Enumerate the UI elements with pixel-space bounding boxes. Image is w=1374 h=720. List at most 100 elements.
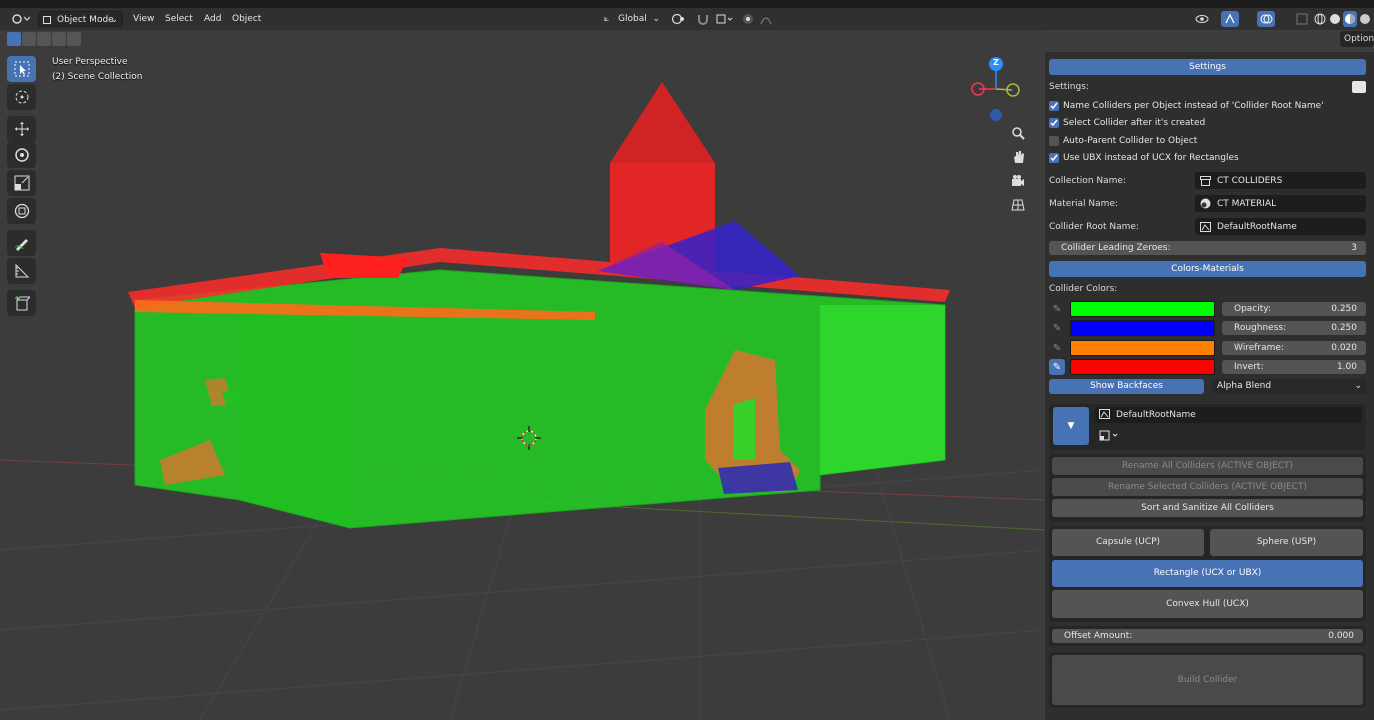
overlays-toggle[interactable] — [1257, 11, 1275, 27]
proportional-edit-toggle[interactable] — [740, 11, 756, 27]
offset-amount-field[interactable]: Offset Amount: 0.000 — [1052, 629, 1363, 643]
preset-name-value: DefaultRootName — [1116, 410, 1196, 420]
xray-toggle[interactable] — [1295, 11, 1309, 27]
preset-type-dropdown[interactable] — [1099, 430, 1121, 442]
checkbox-checked-icon — [1049, 101, 1059, 111]
capsule-button[interactable]: Capsule (UCP) — [1052, 529, 1204, 556]
tool-add-cube[interactable] — [7, 290, 36, 316]
collider-building — [128, 82, 950, 529]
blend-mode-value: Alpha Blend — [1217, 381, 1272, 391]
pencil-icon — [14, 239, 28, 251]
preset-expand-button[interactable]: ▼ — [1053, 407, 1089, 445]
pin-button-orange[interactable]: ✎ — [1049, 340, 1065, 356]
select-mode-intersect[interactable] — [67, 32, 81, 46]
shading-material[interactable] — [1343, 11, 1357, 27]
show-backfaces-toggle[interactable]: Show Backfaces — [1049, 379, 1204, 394]
pin-button-green[interactable]: ✎ — [1049, 301, 1065, 317]
leading-zeroes-label: Collider Leading Zeroes: — [1061, 243, 1171, 253]
color-swatch-red[interactable] — [1070, 359, 1215, 375]
tool-measure[interactable] — [7, 258, 36, 284]
menu-select[interactable]: Select — [161, 11, 197, 27]
options-button[interactable]: Options — [1340, 31, 1374, 47]
gizmo-toggle[interactable] — [1221, 11, 1239, 27]
collection-name-field[interactable]: CT COLLIDERS — [1195, 172, 1366, 189]
check-select-after-created[interactable]: Select Collider after it's created — [1049, 117, 1205, 129]
color-swatch-green[interactable] — [1070, 301, 1215, 317]
select-mode-extend[interactable] — [22, 32, 36, 46]
check-name-per-object[interactable]: Name Colliders per Object instead of 'Co… — [1049, 100, 1324, 112]
build-collider-button[interactable]: Build Collider — [1052, 655, 1363, 705]
roughness-value: 0.250 — [1331, 323, 1357, 333]
check-auto-parent[interactable]: Auto-Parent Collider to Object — [1049, 135, 1197, 147]
material-name-label: Material Name: — [1049, 199, 1119, 209]
select-mode-invert[interactable] — [52, 32, 66, 46]
tool-rotate[interactable] — [7, 142, 36, 168]
object-data-icon — [1199, 221, 1211, 233]
snap-target-dropdown[interactable] — [714, 11, 736, 27]
select-mode-subtract[interactable] — [37, 32, 51, 46]
convex-hull-button[interactable]: Convex Hull (UCX) — [1052, 590, 1363, 618]
tool-cursor[interactable] — [7, 84, 36, 110]
settings-tab[interactable]: Settings — [1049, 59, 1366, 75]
tool-select-box[interactable] — [7, 56, 36, 82]
visibility-dropdown[interactable] — [1193, 11, 1217, 27]
rename-selected-button[interactable]: Rename Selected Colliders (ACTIVE OBJECT… — [1052, 478, 1363, 496]
menu-view[interactable]: View — [129, 11, 158, 27]
collection-name-value: CT COLLIDERS — [1217, 175, 1283, 186]
collider-root-name-label: Collider Root Name: — [1049, 222, 1139, 232]
color-swatch-blue[interactable] — [1070, 320, 1215, 336]
check-label: Select Collider after it's created — [1063, 118, 1206, 128]
pan-button[interactable] — [1008, 147, 1028, 167]
checkbox-checked-icon — [1049, 118, 1059, 128]
checkbox-checked-icon — [1049, 153, 1059, 163]
preset-box: ▼ DefaultRootName — [1049, 404, 1366, 450]
collider-root-name-field[interactable]: DefaultRootName — [1195, 218, 1366, 235]
select-mode-new[interactable] — [7, 32, 21, 46]
colors-materials-tab[interactable]: Colors-Materials — [1049, 261, 1366, 277]
sort-sanitize-button[interactable]: Sort and Sanitize All Colliders — [1052, 499, 1363, 517]
tool-transform[interactable] — [7, 198, 36, 224]
info-icon[interactable] — [1352, 81, 1366, 93]
shading-solid[interactable] — [1328, 11, 1342, 27]
tool-move[interactable] — [7, 116, 36, 142]
color-swatch-orange[interactable] — [1070, 340, 1215, 356]
scene-render — [0, 57, 1045, 720]
check-use-ubx[interactable]: Use UBX instead of UCX for Rectangles — [1049, 152, 1239, 164]
rectangle-button[interactable]: Rectangle (UCX or UBX) — [1052, 560, 1363, 587]
invert-field[interactable]: Invert: 1.00 — [1222, 360, 1366, 374]
material-name-field[interactable]: CT MATERIAL — [1195, 195, 1366, 212]
snap-toggle[interactable] — [694, 11, 712, 27]
3d-viewport[interactable]: Z User Perspective (2) Scene Collection — [0, 30, 1045, 720]
preset-name-field[interactable]: DefaultRootName — [1095, 407, 1362, 423]
tool-scale[interactable] — [7, 170, 36, 196]
checkbox-unchecked-icon — [1049, 136, 1059, 146]
shading-rendered[interactable] — [1358, 11, 1372, 27]
menu-add[interactable]: Add — [200, 11, 225, 27]
leading-zeroes-field[interactable]: Collider Leading Zeroes: 3 — [1049, 241, 1366, 255]
rename-all-button[interactable]: Rename All Colliders (ACTIVE OBJECT) — [1052, 457, 1363, 475]
scale-icon — [14, 175, 29, 191]
camera-icon — [1012, 175, 1024, 186]
tool-annotate[interactable] — [7, 230, 36, 256]
pin-button-blue[interactable]: ✎ — [1049, 320, 1065, 336]
blend-mode-dropdown[interactable]: Alpha Blend ⌄ — [1212, 379, 1366, 394]
ortho-toggle-button[interactable] — [1008, 195, 1028, 215]
sphere-button[interactable]: Sphere (USP) — [1210, 529, 1363, 556]
pivot-point-button[interactable] — [668, 11, 692, 27]
pin-button-red[interactable]: ✎ — [1049, 359, 1065, 375]
zoom-button[interactable] — [1008, 123, 1028, 143]
invert-label: Invert: — [1234, 362, 1264, 372]
roughness-field[interactable]: Roughness: 0.250 — [1222, 321, 1366, 335]
menu-object[interactable]: Object — [228, 11, 265, 27]
material-icon — [1199, 198, 1211, 210]
object-data-icon — [1099, 408, 1110, 422]
material-name-value: CT MATERIAL — [1217, 198, 1277, 209]
object-mode-dropdown[interactable]: Object Mode ⌄ — [38, 11, 123, 27]
camera-view-button[interactable] — [1008, 171, 1028, 191]
wireframe-field[interactable]: Wireframe: 0.020 — [1222, 341, 1366, 355]
opacity-field[interactable]: Opacity: 0.250 — [1222, 302, 1366, 316]
shading-wireframe[interactable] — [1313, 11, 1327, 27]
falloff-dropdown[interactable] — [758, 11, 780, 27]
editor-type-button[interactable] — [8, 11, 32, 27]
transform-orientation-dropdown[interactable]: ⟀ Global ⌄ — [600, 11, 662, 27]
